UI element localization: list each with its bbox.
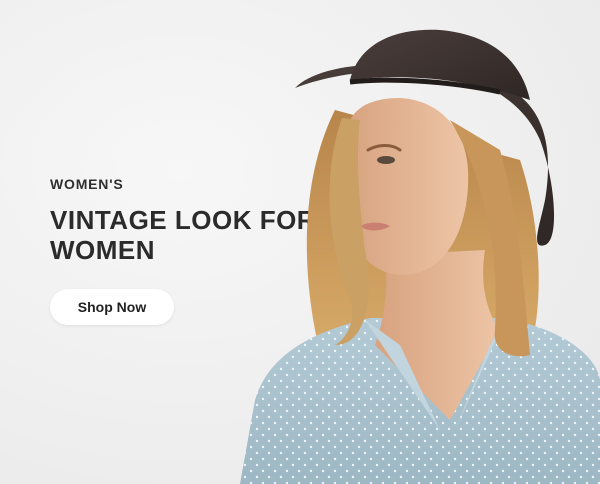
model-photo xyxy=(240,29,600,484)
category-eyebrow: WOMEN'S xyxy=(50,176,124,192)
shop-now-button[interactable]: Shop Now xyxy=(50,289,174,325)
promo-banner: WOMEN'S VINTAGE LOOK FOR WOMEN Shop Now xyxy=(0,0,600,484)
